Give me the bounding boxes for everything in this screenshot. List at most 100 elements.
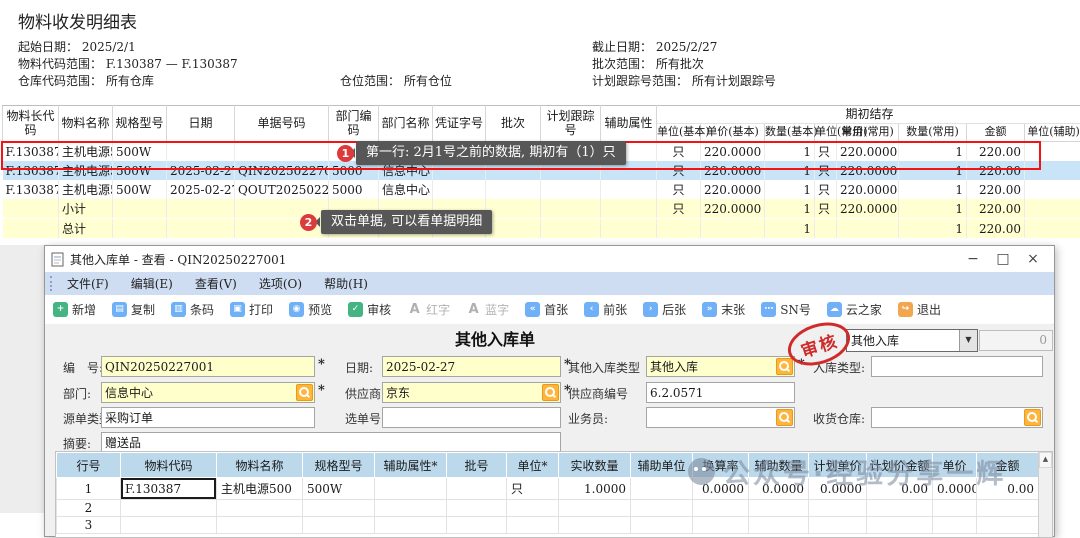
cell: F.130387 xyxy=(3,161,59,180)
toolbar-button-last[interactable]: »末张 xyxy=(694,301,753,318)
first-icon: « xyxy=(525,302,540,317)
supplier-no-input[interactable] xyxy=(647,383,794,402)
menu-bar: 文件(F) 编辑(E) 查看(V) 选项(O) 帮助(H) xyxy=(45,272,1054,295)
in-type-input[interactable] xyxy=(872,357,1042,376)
summary-input[interactable] xyxy=(102,433,560,452)
annotation-badge-2: 2 xyxy=(300,214,317,231)
grid-col-header: 计划单价 xyxy=(809,453,867,478)
cell: 220.0000 xyxy=(837,142,899,162)
filter-value: 所有仓库 xyxy=(106,74,154,88)
table-row[interactable]: F.130387主机电源5500W2025-02-27QOUT202502270… xyxy=(3,180,1080,199)
toolbar-button-first[interactable]: «首张 xyxy=(517,301,576,318)
filter-value: 2025/2/27 xyxy=(656,40,718,54)
table-row[interactable]: 3 xyxy=(57,517,1054,534)
copy-icon: ▤ xyxy=(112,302,127,317)
col-header: 物料名称 xyxy=(59,106,113,142)
toolbar-button-sn[interactable]: ⋯SN号 xyxy=(753,301,819,318)
cell xyxy=(303,517,375,534)
pick-no-input[interactable] xyxy=(383,408,560,427)
cell xyxy=(1025,142,1080,162)
doc-type-dropdown[interactable]: 其他入库 ▼ xyxy=(846,329,978,352)
dept-label: 部门: xyxy=(63,385,91,402)
source-type-input[interactable] xyxy=(102,408,314,427)
lookup-icon[interactable] xyxy=(776,358,793,375)
bill-no-label: 编 号: xyxy=(63,359,103,376)
blue-a-icon: A xyxy=(466,302,481,317)
lookup-icon[interactable] xyxy=(296,384,313,401)
menu-item[interactable]: 选项(O) xyxy=(259,275,302,292)
toolbar-button-copy[interactable]: ▤复制 xyxy=(104,301,163,318)
cell: 0.00 xyxy=(867,478,933,500)
in-type-field xyxy=(871,356,1043,377)
filter-start-date: 起始日期： 2025/2/1 xyxy=(18,38,136,55)
cell xyxy=(375,478,447,500)
toolbar-button-next[interactable]: ›后张 xyxy=(635,301,694,318)
report-table: 物料长代码 物料名称 规格型号 日期 单据号码 部门编码 部门名称 凭证字号 批… xyxy=(2,105,1080,239)
cell: 1 xyxy=(765,180,815,199)
toolbar-button-label: 前张 xyxy=(603,301,627,318)
print-count-field: 0 xyxy=(979,330,1053,351)
grid-scrollbar[interactable]: ▲ xyxy=(1038,452,1052,537)
menu-item[interactable]: 编辑(E) xyxy=(131,275,173,292)
cell: 220.0000 xyxy=(837,180,899,199)
toolbar-button-blue-a[interactable]: A蓝字 xyxy=(458,301,517,318)
col-header: 单价(常用) xyxy=(837,124,899,142)
chevron-down-icon[interactable]: ▼ xyxy=(959,330,977,351)
recv-warehouse-input[interactable] xyxy=(872,408,1024,427)
bill-no-input[interactable] xyxy=(102,357,314,376)
toolbar-button-print[interactable]: ▣打印 xyxy=(222,301,281,318)
grid-col-header: 规格型号 xyxy=(303,453,375,478)
menu-item[interactable]: 文件(F) xyxy=(67,275,109,292)
cell: F.130387 xyxy=(3,180,59,199)
table-row[interactable]: 1F.130387主机电源500500W只1.00000.00000.00000… xyxy=(57,478,1054,500)
table-row[interactable]: 2 xyxy=(57,500,1054,517)
cell xyxy=(693,500,749,517)
salesman-input[interactable] xyxy=(647,408,776,427)
cell: 220.0000 xyxy=(701,161,765,180)
lookup-icon[interactable] xyxy=(1024,409,1041,426)
toolbar-button-cloud[interactable]: ☁云之家 xyxy=(819,301,890,318)
col-header: 辅助属性 xyxy=(601,106,657,142)
cell: 1.0000 xyxy=(559,478,631,500)
table-row[interactable]: 小计只220.00001只220.00001220.00 xyxy=(3,199,1080,219)
toolbar-button-audit[interactable]: ✓审核 xyxy=(340,301,399,318)
plus-icon: + xyxy=(53,302,68,317)
maximize-button[interactable]: □ xyxy=(988,251,1018,267)
lookup-icon[interactable] xyxy=(542,384,559,401)
toolbar-button-exit[interactable]: ↪退出 xyxy=(890,301,949,318)
cell xyxy=(867,500,933,517)
lookup-icon[interactable] xyxy=(776,409,793,426)
toolbar-button-plus[interactable]: +新增 xyxy=(45,301,104,318)
cell xyxy=(113,199,167,219)
dialog-titlebar[interactable]: 其他入库单 - 查看 - QIN20250227001 − □ × xyxy=(45,246,1054,272)
date-input[interactable] xyxy=(383,357,560,376)
filter-label: 起始日期： xyxy=(18,40,78,54)
cell xyxy=(749,517,809,534)
dept-input[interactable] xyxy=(102,383,296,402)
cell: 只 xyxy=(657,161,701,180)
cell xyxy=(303,500,375,517)
toolbar-button-barcode[interactable]: ▥条码 xyxy=(163,301,222,318)
supplier-input[interactable] xyxy=(383,383,542,402)
cell: 220.0000 xyxy=(837,199,899,219)
minimize-button[interactable]: − xyxy=(958,251,988,267)
preview-icon: ◉ xyxy=(289,302,304,317)
recv-warehouse-label: 收货仓库: xyxy=(813,410,865,427)
toolbar-button-red-a[interactable]: A红字 xyxy=(399,301,458,318)
table-row[interactable]: 总计11220.00 xyxy=(3,219,1080,239)
other-in-type-input[interactable] xyxy=(647,357,776,376)
cell: 220.0000 xyxy=(701,199,765,219)
cell xyxy=(433,180,486,199)
close-button[interactable]: × xyxy=(1018,251,1048,267)
menu-item[interactable]: 帮助(H) xyxy=(324,275,368,292)
cell: 220.0000 xyxy=(837,161,899,180)
cell xyxy=(217,500,303,517)
filter-value: 所有计划跟踪号 xyxy=(692,74,776,88)
filter-value: 2025/2/1 xyxy=(82,40,136,54)
menu-item[interactable]: 查看(V) xyxy=(195,275,237,292)
scroll-up-icon[interactable]: ▲ xyxy=(1039,452,1052,468)
salesman-label: 业务员: xyxy=(568,410,608,427)
col-header: 单位(辅助) xyxy=(1025,124,1080,142)
toolbar-button-preview[interactable]: ◉预览 xyxy=(281,301,340,318)
toolbar-button-prev[interactable]: ‹前张 xyxy=(576,301,635,318)
